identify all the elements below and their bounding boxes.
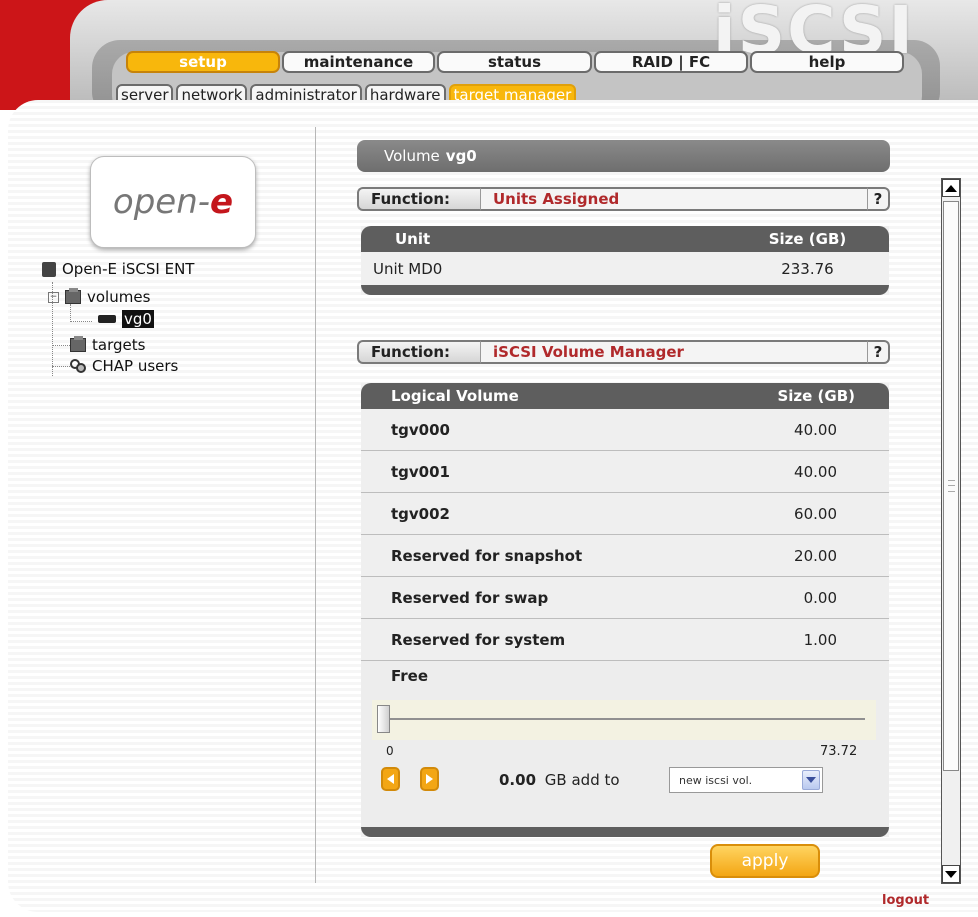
units-table-header: Unit Size (GB) [361,226,889,252]
unit-size: 233.76 [781,259,834,278]
collapse-icon[interactable]: − [48,291,59,303]
panel-divider [315,127,316,883]
function-label: Function: [357,187,480,211]
tree-root[interactable]: Open-E iSCSI ENT [42,260,194,278]
apply-button[interactable]: apply [710,844,820,878]
users-icon [70,359,86,373]
selected-option: new iscsi vol. [679,773,753,787]
lv-size: 60.00 [794,504,837,523]
lv-size: 1.00 [803,630,837,649]
lv-size: 0.00 [803,588,837,607]
unit-name: Unit MD0 [373,259,443,278]
folder-icon [65,288,81,304]
tree-chap-label: CHAP users [92,357,179,375]
table-row[interactable]: tgv000 40.00 [361,409,889,451]
tree-chap-users[interactable]: CHAP users [70,357,178,375]
arrow-down-icon [945,870,957,878]
lv-name: tgv001 [391,462,450,481]
volume-header: Volume vg0 [357,140,890,172]
open-e-logo: open-e [90,156,256,248]
tab-raid-fc[interactable]: RAID | FC [594,51,748,73]
function-name: Units Assigned [480,187,868,211]
lv-name: Reserved for snapshot [391,546,583,565]
add-unit-text: GB add to [544,771,620,789]
logout-link[interactable]: logout [882,893,929,908]
scroll-thumb[interactable] [943,201,959,771]
table-row: Reserved for swap 0.00 [361,577,889,619]
arrow-up-icon [945,184,957,192]
lv-name: tgv002 [391,504,450,523]
tree-volumes-label: volumes [87,288,151,306]
col-size: Size (GB) [777,387,855,405]
chevron-right-icon [426,774,433,784]
server-icon [42,261,56,277]
function-name: iSCSI Volume Manager [480,340,868,364]
col-size: Size (GB) [768,230,847,248]
units-table: Unit Size (GB) Unit MD0 233.76 [361,226,889,295]
tree-root-label: Open-E iSCSI ENT [62,260,195,278]
vertical-scrollbar[interactable] [941,178,961,884]
lv-name: Reserved for system [391,630,566,649]
help-button[interactable]: ? [868,340,890,364]
tab-status[interactable]: status [437,51,592,73]
chevron-down-icon[interactable] [802,770,820,790]
free-label: Free [391,667,429,685]
help-button[interactable]: ? [868,187,890,211]
scroll-down-button[interactable] [942,865,960,883]
tab-setup[interactable]: setup [126,51,280,73]
tree-volumes[interactable]: − volumes [48,288,150,306]
tree-vg0[interactable]: vg0 [98,310,154,328]
table-row: Reserved for system 1.00 [361,619,889,661]
col-unit: Unit [395,230,431,248]
lv-table-header: Logical Volume Size (GB) [361,383,889,409]
tab-help[interactable]: help [750,51,904,73]
decrease-button[interactable] [381,767,400,791]
tree-targets[interactable]: targets [70,336,145,354]
tab-maintenance[interactable]: maintenance [282,51,435,73]
free-space-slider[interactable] [372,700,876,740]
tree-targets-label: targets [92,336,146,354]
logo-suffix: e [210,182,234,222]
free-space-section: Free [361,661,889,827]
table-row: Reserved for snapshot 20.00 [361,535,889,577]
col-logical-volume: Logical Volume [391,387,519,405]
target-volume-select[interactable]: new iscsi vol. [669,767,823,793]
increase-button[interactable] [420,767,439,791]
grip-icon [948,480,955,492]
chevron-left-icon [387,774,394,784]
lv-name: Reserved for swap [391,588,549,607]
lv-name: tgv000 [391,420,450,439]
volume-prefix: Volume [384,147,440,165]
scroll-up-button[interactable] [942,179,960,197]
folder-icon [70,336,86,352]
slider-track-line [390,718,865,720]
units-function-bar: Function: Units Assigned ? [357,187,890,211]
slider-handle[interactable] [377,705,390,733]
main-nav: setup maintenance status RAID | FC help [126,51,904,73]
lv-size: 20.00 [794,546,837,565]
logo-prefix: open- [112,182,211,222]
slider-min: 0 [386,744,394,758]
table-row[interactable]: tgv001 40.00 [361,451,889,493]
volume-name: vg0 [445,147,477,165]
lv-size: 40.00 [794,420,837,439]
volume-function-bar: Function: iSCSI Volume Manager ? [357,340,890,364]
add-amount: 0.00 [499,771,537,789]
tree-vg0-label: vg0 [122,310,154,328]
add-amount-text: 0.00 GB add to [499,771,620,789]
function-label: Function: [357,340,480,364]
table-row[interactable]: tgv002 60.00 [361,493,889,535]
table-row: Unit MD0 233.76 [361,252,889,285]
disk-icon [98,315,116,323]
lv-size: 40.00 [794,462,837,481]
slider-max: 73.72 [820,744,858,759]
